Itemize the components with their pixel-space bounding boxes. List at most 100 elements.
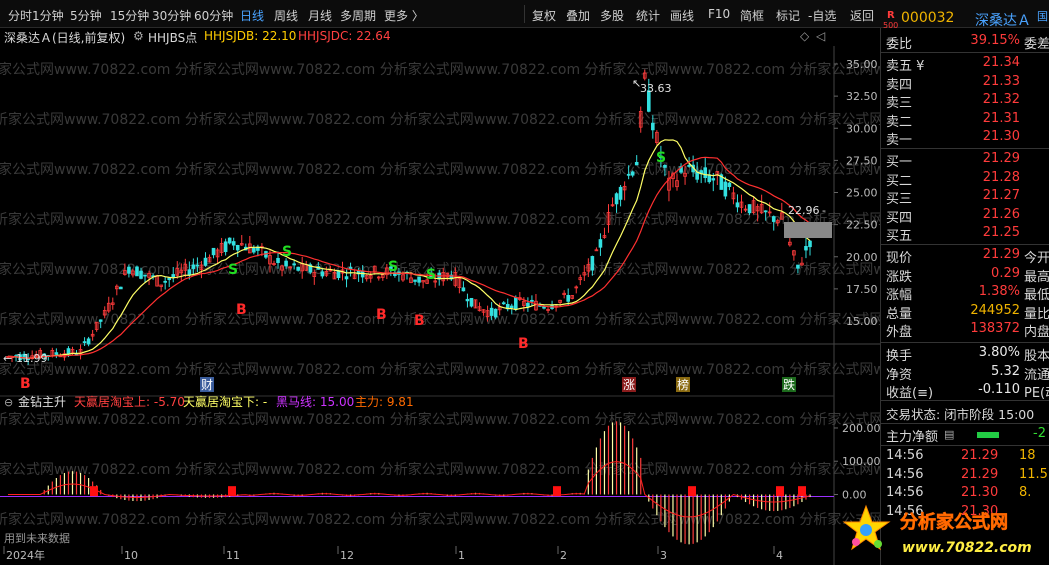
stat2-row: 收益(≡)-0.110PE(动)	[886, 382, 1049, 402]
watermark-text: 分析家公式网www.70822.com 分析家公式网www.70822.com …	[0, 461, 880, 478]
main-force-value: 主力: 9.81	[355, 395, 414, 409]
ask-row: 卖一 21.30	[886, 129, 1020, 149]
ask-row: 卖四 21.33	[886, 73, 1020, 93]
mark-button[interactable]: 标记	[776, 7, 800, 24]
candle-body	[626, 173, 631, 176]
overlay-button[interactable]: 叠加	[566, 7, 590, 24]
event-tag: 财	[201, 378, 213, 392]
status-line: 交易状态: 闭市阶段 15:00	[886, 407, 1035, 422]
candle-body	[530, 299, 534, 302]
buy-signal: B	[236, 302, 247, 318]
event-tags: 财涨榜跌	[200, 377, 796, 392]
period-tab[interactable]: 周线	[274, 7, 298, 24]
future-data-note: 用到未来数据	[4, 531, 70, 545]
sell-signal: S	[228, 262, 238, 278]
price-tick-label: 30.00	[846, 122, 878, 135]
signal-block	[798, 486, 806, 497]
collapse-circle-icon[interactable]: ⊖	[4, 396, 13, 409]
logo-url: www.70822.com	[902, 540, 1032, 556]
sell-signal: S	[388, 259, 398, 275]
candle-body	[526, 302, 530, 307]
sub-tick-label: 100.00	[842, 455, 880, 468]
watermark: 分析家公式网www.70822.com 分析家公式网www.70822.com …	[0, 61, 880, 528]
hhjsjdc-value: HHJSJDC: 22.64	[298, 29, 391, 43]
watermark-text: 分析家公式网www.70822.com 分析家公式网www.70822.com …	[0, 111, 880, 128]
ask-row: 卖五 ¥21.34	[886, 55, 1020, 74]
corner-tag: 国	[1037, 10, 1048, 23]
diamond-icon[interactable]: ◇	[800, 29, 809, 43]
event-tag: 榜	[677, 377, 689, 392]
candle-body	[735, 202, 740, 208]
candle-body	[727, 182, 732, 187]
f10-button[interactable]: F10	[708, 7, 730, 21]
period-tab[interactable]: 30分钟	[152, 7, 191, 24]
lower-line-value: 天赢居淘宝下: -	[183, 394, 267, 409]
signal-block	[776, 486, 784, 497]
current-price-label: 22.96	[788, 204, 820, 217]
candle-body	[703, 167, 708, 179]
table-icon[interactable]: ▤	[944, 428, 954, 441]
stat-row: 总量 244952 量比	[886, 302, 1049, 322]
buy-signal: B	[518, 336, 529, 352]
period-tab[interactable]: 多周期	[340, 7, 376, 24]
period-tab[interactable]: 1分钟	[32, 7, 64, 24]
candle-body	[139, 270, 143, 279]
collapse-arrow-icon[interactable]: ◁	[816, 29, 825, 43]
candle-body	[276, 257, 280, 263]
candle-body	[501, 302, 506, 305]
watermark-text: 分析家公式网www.70822.com 分析家公式网www.70822.com …	[0, 511, 880, 528]
upper-line-value: 天赢居淘宝上: -5.70	[74, 394, 185, 409]
price-tick-label: 15.00	[846, 315, 878, 328]
restore-right-button[interactable]: 复权	[532, 7, 556, 24]
period-tab[interactable]: 60分钟	[194, 7, 233, 24]
candle-body	[252, 247, 256, 253]
price-tick-label: 22.50	[846, 219, 878, 232]
simple-frame-button[interactable]: 简框	[740, 7, 764, 24]
stats-button[interactable]: 统计	[636, 7, 660, 24]
candle-body	[320, 271, 325, 277]
period-tab[interactable]: 5分钟	[70, 7, 102, 24]
watermark-text: 分析家公式网www.70822.com 分析家公式网www.70822.com …	[0, 361, 880, 378]
stat-row: 涨跌 0.29 最高	[886, 265, 1049, 285]
buy-signal: B	[414, 313, 425, 329]
period-tab[interactable]: 15分钟	[110, 7, 149, 24]
time-tick-label: 3	[660, 549, 667, 562]
back-button[interactable]: 返回	[850, 7, 874, 24]
ask-row: 卖二 21.31	[886, 110, 1020, 130]
draw-line-button[interactable]: 画线	[670, 7, 694, 24]
sub-indicator-name[interactable]: 金钻主升	[18, 394, 66, 409]
candle-body	[127, 266, 131, 274]
chart-info-bar: 深桑达Ａ(日线,前复权) ⚙ HHJBS点 HHJSJDB: 22.10 HHJ…	[0, 28, 880, 46]
candle-body	[711, 178, 716, 181]
watermark-text: 分析家公式网www.70822.com 分析家公式网www.70822.com …	[0, 61, 880, 78]
candle-body	[493, 308, 498, 318]
price-tick-label: 35.00	[846, 58, 878, 71]
sub-header: ⊖ 金钻主升 天赢居淘宝上: -5.70 天赢居淘宝下: - 黑马线: 15.0…	[4, 394, 414, 409]
candle-body	[231, 241, 236, 246]
candle-body	[98, 319, 103, 322]
watchlist-button[interactable]: -自选	[808, 7, 836, 24]
stock-code[interactable]: 000032	[901, 10, 954, 26]
stat-row: 涨幅 1.38% 最低	[886, 284, 1049, 304]
buy-signal: B	[20, 376, 31, 392]
period-tab[interactable]: 月线	[308, 7, 332, 24]
indicator-name[interactable]: HHJBS点	[148, 29, 197, 46]
candle-body	[203, 257, 208, 266]
multi-stock-button[interactable]: 多股	[600, 7, 624, 24]
more-periods-button[interactable]: 更多 〉	[384, 7, 424, 24]
sub-tick-label: 200.00	[842, 422, 880, 435]
current-dash: -	[822, 204, 826, 217]
candle-body	[413, 279, 417, 282]
high-arrow: ↖	[632, 77, 641, 90]
candle-body	[804, 246, 808, 251]
event-tag: 涨	[623, 377, 635, 392]
period-tab-active[interactable]: 日线	[240, 7, 264, 24]
kline-chart[interactable]: 分析家公式网www.70822.com 分析家公式网www.70822.com …	[0, 46, 880, 565]
time-tick-label: 10	[124, 549, 138, 562]
stock-name[interactable]: 深桑达Ａ	[975, 10, 1031, 30]
watermark-text: 分析家公式网www.70822.com 分析家公式网www.70822.com …	[0, 161, 880, 178]
gear-icon[interactable]: ⚙	[133, 29, 144, 43]
period-tab[interactable]: 分时	[8, 7, 32, 24]
bid-row: 买三 21.27	[886, 188, 1020, 208]
candle-body	[284, 260, 288, 267]
